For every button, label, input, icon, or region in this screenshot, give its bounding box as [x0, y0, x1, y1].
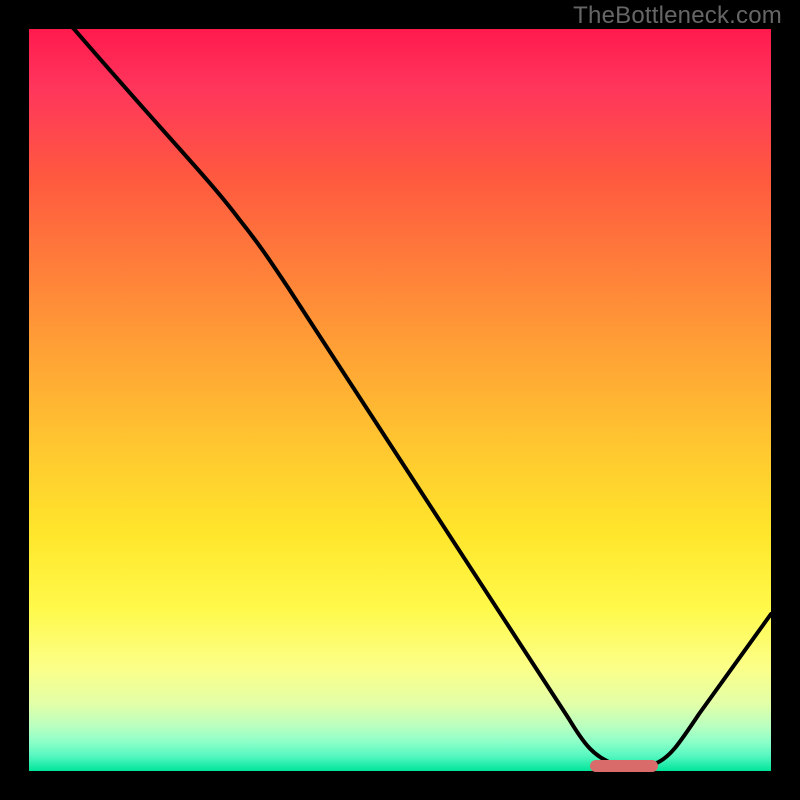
optimal-range-marker: [590, 760, 658, 772]
curve-path: [29, 29, 771, 764]
plot-area: [29, 29, 771, 771]
chart-container: TheBottleneck.com: [0, 0, 800, 800]
watermark-text: TheBottleneck.com: [573, 2, 782, 30]
bottleneck-curve: [29, 29, 771, 771]
